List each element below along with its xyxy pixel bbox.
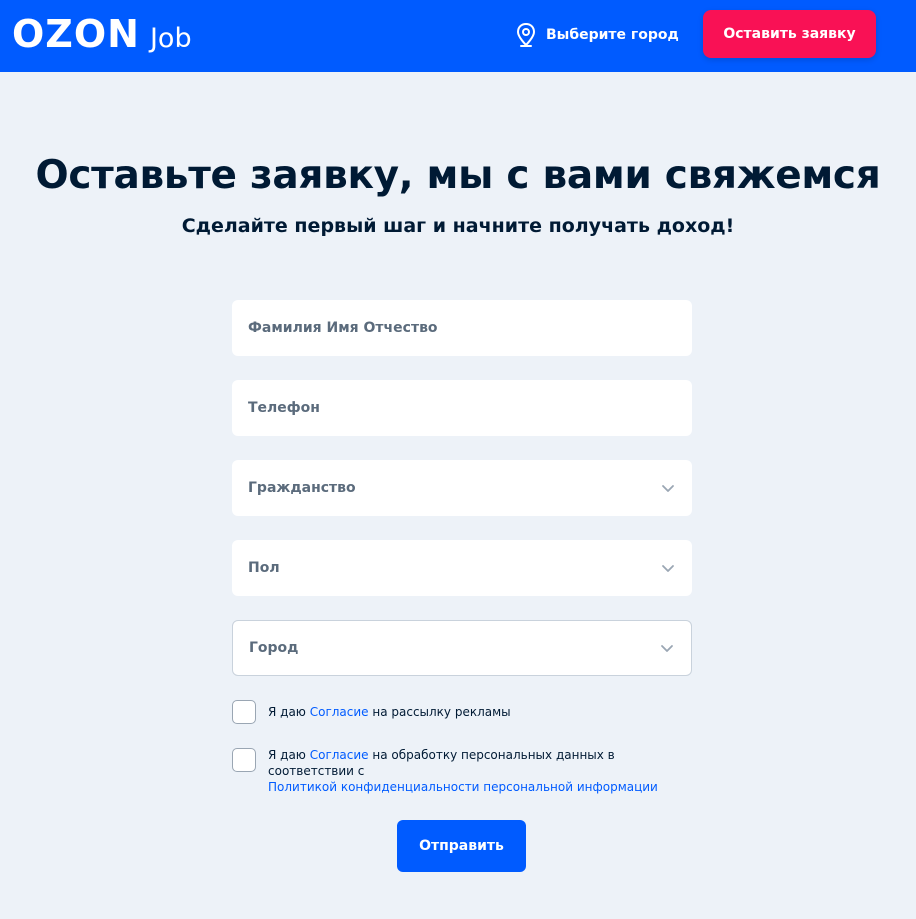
consent-personal-row: Я даю Согласие на обработку персональных…: [232, 747, 688, 795]
top-header: OZON Job Выберите город Оставить заявку: [0, 0, 916, 72]
ozon-job-logo[interactable]: OZON Job: [12, 12, 192, 56]
full-name-input[interactable]: Фамилия Имя Отчество: [232, 300, 692, 356]
consent-personal-text: Я даю Согласие на обработку персональных…: [268, 747, 688, 795]
consent-ads-link[interactable]: Согласие: [310, 705, 369, 719]
page-subtitle: Сделайте первый шаг и начните получать д…: [181, 215, 735, 237]
consent-ads-suffix: на рассылку рекламы: [368, 705, 511, 719]
select-city-button[interactable]: Выберите город: [514, 22, 679, 48]
consent-ads-text: Я даю Согласие на рассылку рекламы: [268, 704, 688, 720]
page-title: Оставьте заявку, мы с вами свяжемся: [35, 153, 881, 198]
gender-placeholder: Пол: [248, 560, 280, 576]
location-pin-icon: [516, 22, 536, 47]
consent-ads-checkbox[interactable]: [232, 700, 256, 724]
chevron-down-icon[interactable]: [659, 640, 675, 656]
full-name-placeholder: Фамилия Имя Отчество: [248, 320, 438, 336]
phone-input[interactable]: Телефон: [232, 380, 692, 436]
citizenship-select[interactable]: Гражданство: [232, 460, 692, 516]
select-city-label: Выберите город: [546, 27, 679, 43]
gender-select[interactable]: Пол: [232, 540, 692, 596]
chevron-down-icon[interactable]: [660, 480, 676, 496]
logo-job-text: Job: [149, 23, 192, 54]
consent-personal-checkbox[interactable]: [232, 748, 256, 772]
city-select[interactable]: Город: [232, 620, 692, 676]
consent-ads-prefix: Я даю: [268, 705, 310, 719]
phone-placeholder: Телефон: [248, 400, 320, 416]
citizenship-placeholder: Гражданство: [248, 480, 356, 496]
apply-header-button[interactable]: Оставить заявку: [703, 10, 876, 58]
consent-personal-prefix: Я даю: [268, 748, 310, 762]
chevron-down-icon[interactable]: [660, 560, 676, 576]
consent-ads-row: Я даю Согласие на рассылку рекламы: [232, 700, 688, 724]
submit-button[interactable]: Отправить: [397, 820, 526, 872]
city-placeholder: Город: [249, 640, 299, 656]
privacy-policy-link[interactable]: Политикой конфиденциальности персонально…: [268, 780, 658, 794]
consent-personal-link[interactable]: Согласие: [310, 748, 369, 762]
logo-ozon-text: OZON: [12, 12, 140, 56]
